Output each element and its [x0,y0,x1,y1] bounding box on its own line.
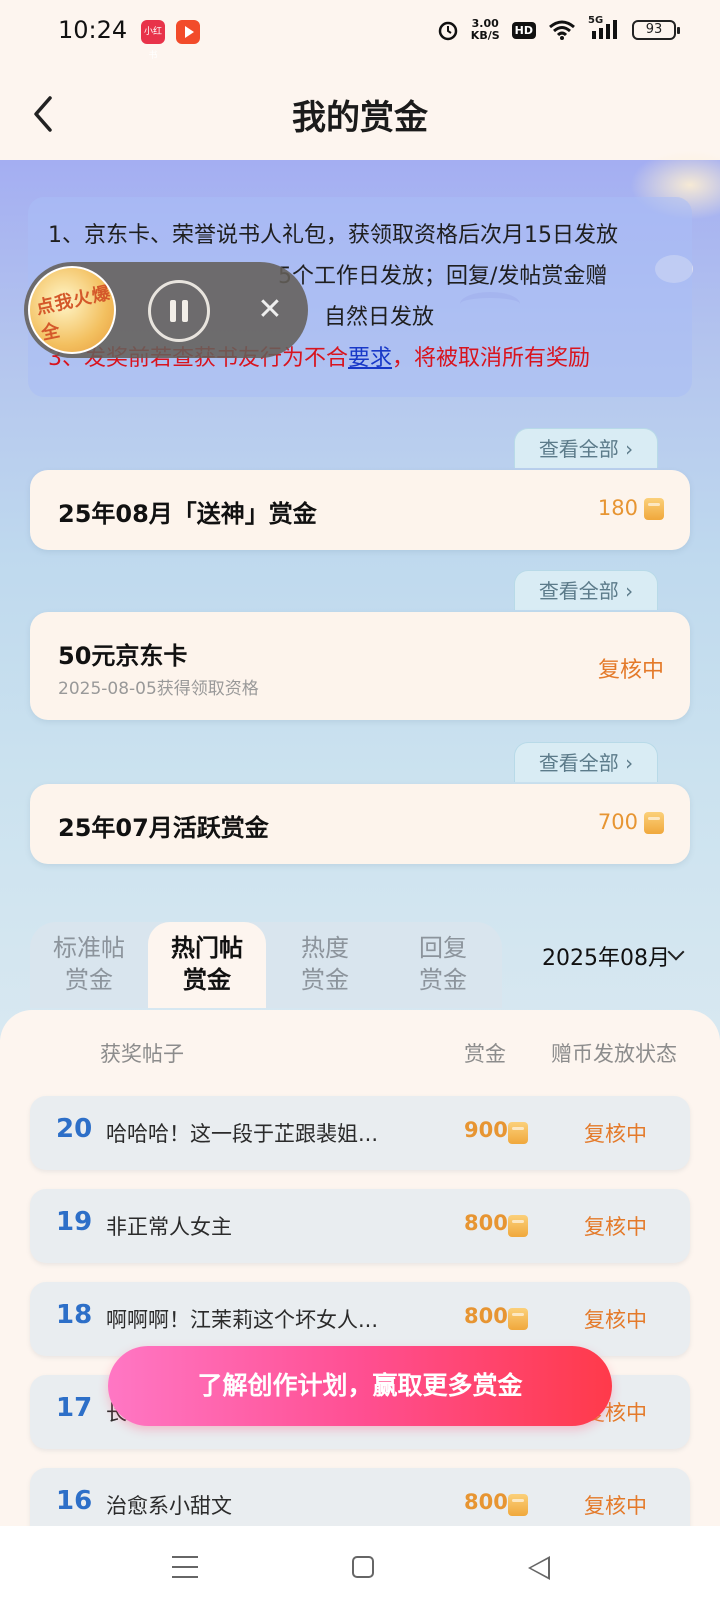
reward-card[interactable]: 50元京东卡 2025-08-05获得领取资格 复核中 [30,612,690,720]
chevron-right-icon: › [625,437,634,461]
alarm-icon [438,21,458,41]
card-title: 50元京东卡 [58,642,188,670]
coin-icon [644,812,664,834]
status-badge: 复核中 [584,1494,647,1518]
card-amount: 700 [597,810,638,834]
bounty-card[interactable]: 25年08月「送神」赏金 180 [30,470,690,550]
cell-signal-icon: 5G [588,15,620,41]
list-item[interactable]: 18 啊啊啊！江茉莉这个坏女人... 800 复核中 [30,1282,690,1356]
tab-standard-post[interactable]: 标准帖 赏金 [30,922,148,1008]
video-app-icon [176,20,200,44]
tab-reply[interactable]: 回复 赏金 [384,922,502,1008]
reward-amount: 900 [464,1118,508,1142]
status-indicators: 3.00 KB/S HD 5G 93 [437,15,680,42]
status-badge: 复核中 [584,1215,647,1239]
tab-hot-post[interactable]: 热门帖 赏金 [148,922,266,1008]
column-header-status: 赠币发放状态 [551,1042,677,1066]
system-nav-bar [0,1526,720,1612]
list-item[interactable]: 20 哈哈哈！这一段于芷跟裴姐... 900 复核中 [30,1096,690,1170]
header: 我的赏金 [0,66,720,160]
rank-number: 17 [56,1393,93,1423]
hd-icon: HD [511,21,536,39]
back-triangle-icon[interactable] [528,1556,550,1580]
status-bar: 10:24 小红书 3.00 KB/S HD 5G 93 [0,0,720,66]
status-badge: 复核中 [584,1122,647,1146]
ranking-panel [0,1010,720,1540]
post-title: 治愈系小甜文 [106,1494,232,1518]
column-header-post: 获奖帖子 [100,1042,184,1066]
pause-icon[interactable] [148,280,210,342]
tab-heat[interactable]: 热度 赏金 [266,922,384,1008]
reward-amount: 800 [464,1490,508,1514]
tab-bar: 标准帖 赏金 热门帖 赏金 热度 赏金 回复 赏金 [30,922,502,1008]
coin-icon [644,498,664,520]
rank-number: 16 [56,1486,93,1516]
xiaohongshu-app-icon: 小红书 [141,20,165,61]
rank-number: 18 [56,1300,93,1330]
bounty-card[interactable]: 25年07月活跃赏金 700 [30,784,690,864]
battery-icon: 93 [632,20,680,40]
list-item[interactable]: 19 非正常人女主 800 复核中 [30,1189,690,1263]
status-badge: 复核中 [584,1308,647,1332]
audio-cover-art[interactable]: 点我火爆全 [28,266,116,354]
coin-icon [508,1122,528,1144]
card-title: 25年08月「送神」赏金 [58,500,317,528]
post-title: 非正常人女主 [106,1215,232,1239]
card-subtitle: 2025-08-05获得领取资格 [58,679,259,699]
rank-number: 19 [56,1207,93,1237]
creation-plan-button[interactable]: 了解创作计划，赢取更多赏金 [108,1346,612,1426]
status-badge: 复核中 [597,658,664,683]
post-title: 啊啊啊！江茉莉这个坏女人... [106,1308,379,1332]
page-title: 我的赏金 [292,98,428,138]
reward-amount: 800 [464,1211,508,1235]
notice-line-1: 1、京东卡、荣誉说书人礼包，获领取资格后次月15日发放 [48,223,618,248]
home-icon[interactable] [352,1556,374,1578]
floating-audio-player[interactable]: 点我火爆全 ✕ [24,262,308,358]
reward-amount: 800 [464,1304,508,1328]
requirements-link[interactable]: 要求 [348,346,392,371]
chevron-right-icon: › [625,579,634,603]
coin-icon [508,1215,528,1237]
rank-number: 20 [56,1114,93,1144]
coin-icon [508,1308,528,1330]
view-all-button[interactable]: 查看全部 › [514,742,658,782]
post-title: 哈哈哈！这一段于芷跟裴姐... [106,1122,379,1146]
close-icon[interactable]: ✕ [250,288,290,332]
chevron-right-icon: › [625,751,634,775]
view-all-button[interactable]: 查看全部 › [514,428,658,468]
card-title: 25年07月活跃赏金 [58,814,269,842]
coin-icon [508,1494,528,1516]
column-header-reward: 赏金 [464,1042,506,1066]
view-all-button[interactable]: 查看全部 › [514,570,658,610]
status-time: 10:24 [58,16,128,44]
wifi-icon [549,20,575,40]
month-selector[interactable]: 2025年08月 [542,940,670,972]
menu-icon[interactable] [172,1556,198,1578]
network-speed: 3.00 KB/S [470,17,500,42]
card-amount: 180 [597,496,638,520]
